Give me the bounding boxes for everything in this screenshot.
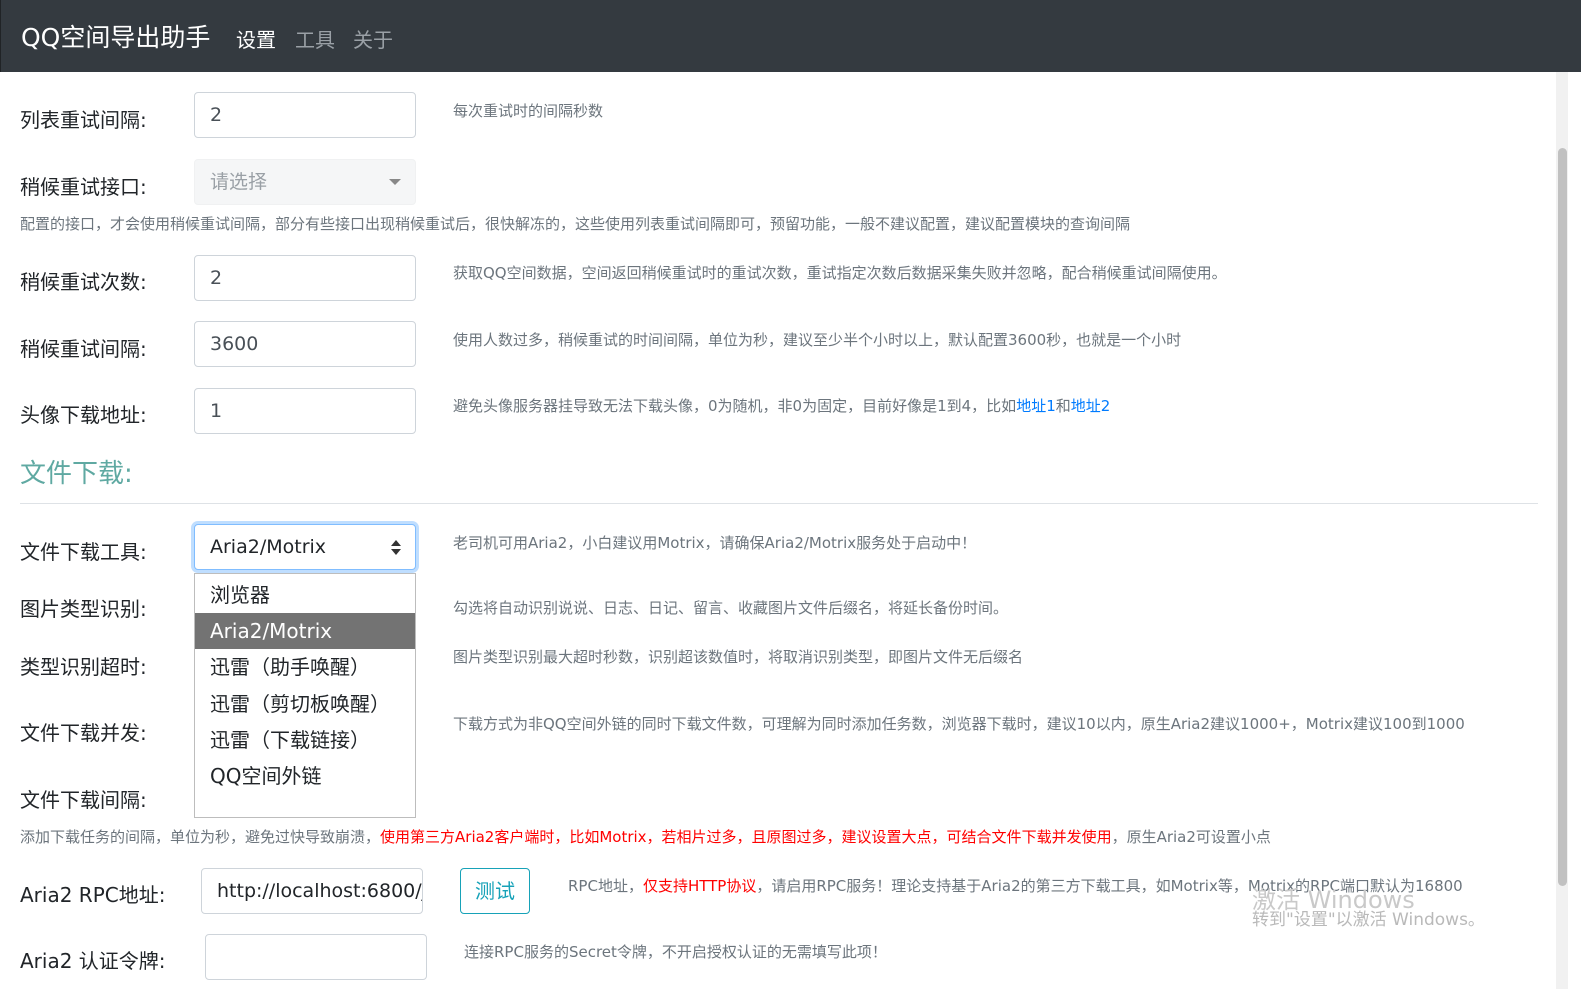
nav-settings[interactable]: 设置 xyxy=(236,24,276,53)
nav-about[interactable]: 关于 xyxy=(353,24,393,53)
download-tool-dropdown: 浏览器 Aria2/Motrix 迅雷（助手唤醒） 迅雷（剪切板唤醒） 迅雷（下… xyxy=(194,573,416,818)
download-interval-help-b: ，原生Aria2可设置小点 xyxy=(1111,828,1271,846)
select-updown-icon xyxy=(391,540,401,556)
download-interval-help-a: 添加下载任务的间隔，单位为秒，避免过快导致崩溃， xyxy=(20,828,381,846)
rpc-test-button[interactable]: 测试 xyxy=(460,868,530,914)
avatar-url-help: 避免头像服务器挂导致无法下载头像，0为随机，非0为固定，目前好像是1到4，比如地… xyxy=(453,395,1110,416)
rpc-url-help-red: 仅支持HTTP协议 xyxy=(642,877,757,895)
avatar-link-1[interactable]: 地址1 xyxy=(1016,397,1056,415)
dropdown-option-aria2-motrix[interactable]: Aria2/Motrix xyxy=(195,613,415,649)
download-interval-help: 添加下载任务的间隔，单位为秒，避免过快导致崩溃，使用第三方Aria2客户端时，比… xyxy=(20,826,1271,847)
chevron-down-icon xyxy=(389,179,401,185)
download-tool-help: 老司机可用Aria2，小白建议用Motrix，请确保Aria2/Motrix服务… xyxy=(453,534,977,552)
section-divider xyxy=(20,503,1538,504)
brand-title[interactable]: QQ空间导出助手 xyxy=(21,18,210,54)
image-type-label: 图片类型识别: xyxy=(20,597,147,621)
download-interval-label: 文件下载间隔: xyxy=(20,788,147,812)
avatar-url-label: 头像下载地址: xyxy=(20,403,147,427)
later-retry-api-label: 稍候重试接口: xyxy=(20,175,147,199)
later-retry-api-placeholder: 请选择 xyxy=(210,171,268,193)
later-retry-count-label: 稍候重试次数: xyxy=(20,270,147,294)
windows-activation-watermark-subtitle: 转到"设置"以激活 Windows。 xyxy=(1252,910,1485,930)
later-retry-api-select[interactable]: 请选择 xyxy=(194,159,416,205)
dropdown-option-thunder-clipboard[interactable]: 迅雷（剪切板唤醒） xyxy=(195,686,415,722)
dropdown-option-qzone-external[interactable]: QQ空间外链 xyxy=(195,758,415,794)
concurrency-label: 文件下载并发: xyxy=(20,721,147,745)
download-tool-select[interactable]: Aria2/Motrix xyxy=(194,524,416,570)
token-input[interactable] xyxy=(205,934,427,980)
dropdown-option-browser[interactable]: 浏览器 xyxy=(195,577,415,613)
later-retry-api-help: 配置的接口，才会使用稍候重试间隔，部分有些接口出现稍候重试后，很快解冻的，这些使… xyxy=(20,215,1131,233)
type-timeout-label: 类型识别超时: xyxy=(20,655,147,679)
scrollbar-thumb[interactable] xyxy=(1558,148,1567,886)
image-type-help: 勾选将自动识别说说、日志、日记、留言、收藏图片文件后缀名，将延长备份时间。 xyxy=(453,599,1009,617)
list-retry-interval-help: 每次重试时的间隔秒数 xyxy=(453,102,604,120)
dropdown-option-thunder-link[interactable]: 迅雷（下载链接） xyxy=(195,722,415,758)
nav-tools[interactable]: 工具 xyxy=(295,24,335,53)
later-retry-count-help: 获取QQ空间数据，空间返回稍候重试时的重试次数，重试指定次数后数据采集失败并忽略… xyxy=(453,264,1227,282)
section-title-file-download: 文件下载: xyxy=(20,459,133,489)
avatar-url-help-text: 避免头像服务器挂导致无法下载头像，0为随机，非0为固定，目前好像是1到4，比如 xyxy=(453,397,1017,415)
navbar: QQ空间导出助手 设置 工具 关于 xyxy=(0,0,1581,72)
rpc-url-input[interactable]: http://localhost:6800/jsonrpc xyxy=(201,868,423,914)
later-retry-count-input[interactable]: 2 xyxy=(194,255,416,301)
download-interval-help-red: 使用第三方Aria2客户端时，比如Motrix，若相片过多，且原图过多，建议设置… xyxy=(380,828,1112,846)
later-retry-interval-input[interactable]: 3600 xyxy=(194,321,416,367)
token-label: Aria2 认证令牌: xyxy=(20,949,166,973)
later-retry-interval-help: 使用人数过多，稍候重试的时间间隔，单位为秒，建议至少半个小时以上，默认配置360… xyxy=(453,331,1182,349)
download-tool-label: 文件下载工具: xyxy=(20,540,147,564)
list-retry-interval-label: 列表重试间隔: xyxy=(20,108,147,132)
token-help: 连接RPC服务的Secret令牌，不开启授权认证的无需填写此项！ xyxy=(464,943,887,961)
concurrency-help: 下载方式为非QQ空间外链的同时下载文件数，可理解为同时添加任务数，浏览器下载时，… xyxy=(453,715,1465,733)
rpc-url-label: Aria2 RPC地址: xyxy=(20,883,166,907)
later-retry-interval-label: 稍候重试间隔: xyxy=(20,337,147,361)
avatar-link-2[interactable]: 地址2 xyxy=(1071,397,1111,415)
avatar-link-and: 和 xyxy=(1055,397,1071,415)
dropdown-option-thunder-helper[interactable]: 迅雷（助手唤醒） xyxy=(195,649,415,685)
rpc-url-help-a: RPC地址， xyxy=(568,877,643,895)
list-retry-interval-input[interactable]: 2 xyxy=(194,92,416,138)
download-tool-value: Aria2/Motrix xyxy=(210,536,327,558)
type-timeout-help: 图片类型识别最大超时秒数，识别超该数值时，将取消识别类型，即图片文件无后缀名 xyxy=(453,648,1024,666)
avatar-url-input[interactable]: 1 xyxy=(194,388,416,434)
